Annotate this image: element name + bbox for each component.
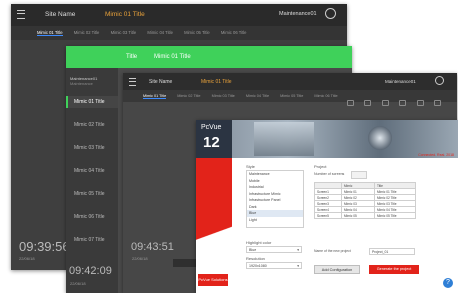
tab-bar: Mimic 01 Title Mimic 02 Title Mimic 03 T… <box>11 26 347 40</box>
tab-mimic-02[interactable]: Mimic 02 Title <box>177 94 200 98</box>
screens-stepper[interactable] <box>351 171 367 179</box>
tab-mimic-01[interactable]: Mimic 01 Title <box>37 30 63 36</box>
page-title: Mimic 01 Title <box>201 79 232 85</box>
resolution-label: Resolution <box>246 256 265 261</box>
window-title: Title <box>126 54 138 60</box>
resolution-value: 1920x1080 <box>249 264 267 268</box>
chart-icon[interactable] <box>381 100 389 106</box>
top-bar: Site Name Mimic 01 Title Maintenance01 <box>11 4 347 26</box>
top-bar: Site Name Mimic 01 Title Maintenance01 <box>123 73 457 90</box>
menu-item-mimic-02[interactable]: Mimic 02 Title <box>74 122 105 128</box>
menu-item-mimic-01[interactable]: Mimic 01 Title <box>66 96 118 108</box>
clock: 09:43:51 <box>131 241 174 253</box>
hamburger-icon[interactable] <box>129 78 136 86</box>
menu-item-mimic-07[interactable]: Mimic 07 Title <box>74 237 105 243</box>
highlight-select[interactable]: Blue ▾ <box>246 246 302 253</box>
pcvue-logo: PcVue 12 <box>196 120 232 158</box>
document-icon[interactable] <box>399 100 407 106</box>
tab-mimic-03[interactable]: Mimic 03 Title <box>111 30 137 35</box>
menu-item-mimic-06[interactable]: Mimic 06 Title <box>74 214 105 220</box>
project-table: Mimic Title Screen1 Mimic 01 Mimic 01 Ti… <box>314 182 416 219</box>
add-configuration-button[interactable]: Add Configuration <box>314 265 360 274</box>
mimic-title: Mimic 01 Title <box>154 54 191 60</box>
settings-icon[interactable] <box>416 100 424 106</box>
highlight-value: Blue <box>249 248 257 252</box>
tab-mimic-05[interactable]: Mimic 05 Title <box>184 30 210 35</box>
table-cell[interactable]: Mimic 05 Title <box>374 212 416 219</box>
title-bar: Title Mimic 01 Title <box>66 46 352 68</box>
tab-mimic-04[interactable]: Mimic 04 Title <box>147 30 173 35</box>
date: 22/06/18 <box>132 256 148 261</box>
hamburger-icon[interactable] <box>17 10 25 19</box>
tab-mimic-03[interactable]: Mimic 03 Title <box>212 94 235 98</box>
style-list[interactable]: Maintenance Mobile Industrial Infrastruc… <box>246 170 304 228</box>
style-option[interactable]: Light <box>247 217 303 224</box>
table-cell: Screen5 <box>314 212 342 219</box>
logo-text: PcVue Solutions <box>198 277 228 282</box>
resolution-select[interactable]: 1920x1080 ▾ <box>246 262 302 269</box>
user-name: Maintenance01 <box>279 11 317 17</box>
project-name-value: Project_01 <box>372 250 389 254</box>
clock: 09:42:09 <box>69 265 112 277</box>
red-accent <box>196 158 232 293</box>
screens-label: Number of screens <box>314 172 345 176</box>
table-row[interactable]: Screen5 Mimic 05 Mimic 05 Title <box>314 212 416 219</box>
status-bar <box>173 259 198 267</box>
chevron-down-icon: ▾ <box>297 264 299 268</box>
tab-mimic-02[interactable]: Mimic 02 Title <box>74 30 100 35</box>
menu-item-mimic-03[interactable]: Mimic 03 Title <box>74 145 105 151</box>
user-role: Maintenance <box>70 81 93 86</box>
table-cell[interactable]: Mimic 05 <box>341 212 375 219</box>
user-name: Maintenance01 <box>385 79 416 84</box>
menu-item-mimic-04[interactable]: Mimic 04 Title <box>74 168 105 174</box>
generate-project-button[interactable]: Generate the project <box>369 265 419 274</box>
tab-mimic-04[interactable]: Mimic 04 Title <box>246 94 269 98</box>
clock: 09:39:56 <box>19 239 70 254</box>
tagline: Connected. Real. 2018 <box>418 153 454 157</box>
help-icon[interactable]: ? <box>443 278 453 288</box>
grid-icon[interactable] <box>434 100 442 106</box>
toolbar-icons <box>341 93 442 111</box>
tab-mimic-01[interactable]: Mimic 01 Title <box>143 94 167 99</box>
menu-item-mimic-05[interactable]: Mimic 05 Title <box>74 191 105 197</box>
chevron-down-icon: ▾ <box>297 248 299 252</box>
user-icon[interactable] <box>325 8 336 19</box>
tab-mimic-05[interactable]: Mimic 05 Title <box>280 94 303 98</box>
site-name: Site Name <box>149 79 173 85</box>
version-number: 12 <box>203 134 220 151</box>
user-info: Maintenance01 Maintenance <box>70 76 97 86</box>
project-name-label: Name of the new project <box>314 249 351 253</box>
date: 22/06/18 <box>70 281 86 286</box>
check-icon[interactable] <box>364 100 372 106</box>
project-name-input[interactable]: Project_01 <box>369 248 415 255</box>
project-wizard-dialog: PcVue 12 Connected. Real. 2018 Style Mai… <box>196 120 458 293</box>
project-label: Project <box>314 164 327 169</box>
tab-mimic-06[interactable]: Mimic 06 Title <box>221 30 247 35</box>
bell-icon[interactable] <box>347 100 354 106</box>
date: 22/06/18 <box>19 256 35 261</box>
highlight-label: Highlight color <box>246 240 272 245</box>
side-menu: Maintenance01 Maintenance Mimic 01 Title… <box>66 68 118 293</box>
tab-mimic-06[interactable]: Mimic 06 Title <box>314 94 337 98</box>
page-title: Mimic 01 Title <box>105 11 145 18</box>
pcvue-solutions-logo: PcVue Solutions <box>198 274 228 286</box>
banner-city-image <box>254 122 314 156</box>
user-icon[interactable] <box>435 76 444 85</box>
site-name: Site Name <box>45 11 76 18</box>
brand-name: PcVue <box>201 124 222 131</box>
banner: PcVue 12 Connected. Real. 2018 <box>196 120 458 158</box>
banner-lens-image <box>368 126 392 150</box>
style-label: Style <box>246 164 255 169</box>
